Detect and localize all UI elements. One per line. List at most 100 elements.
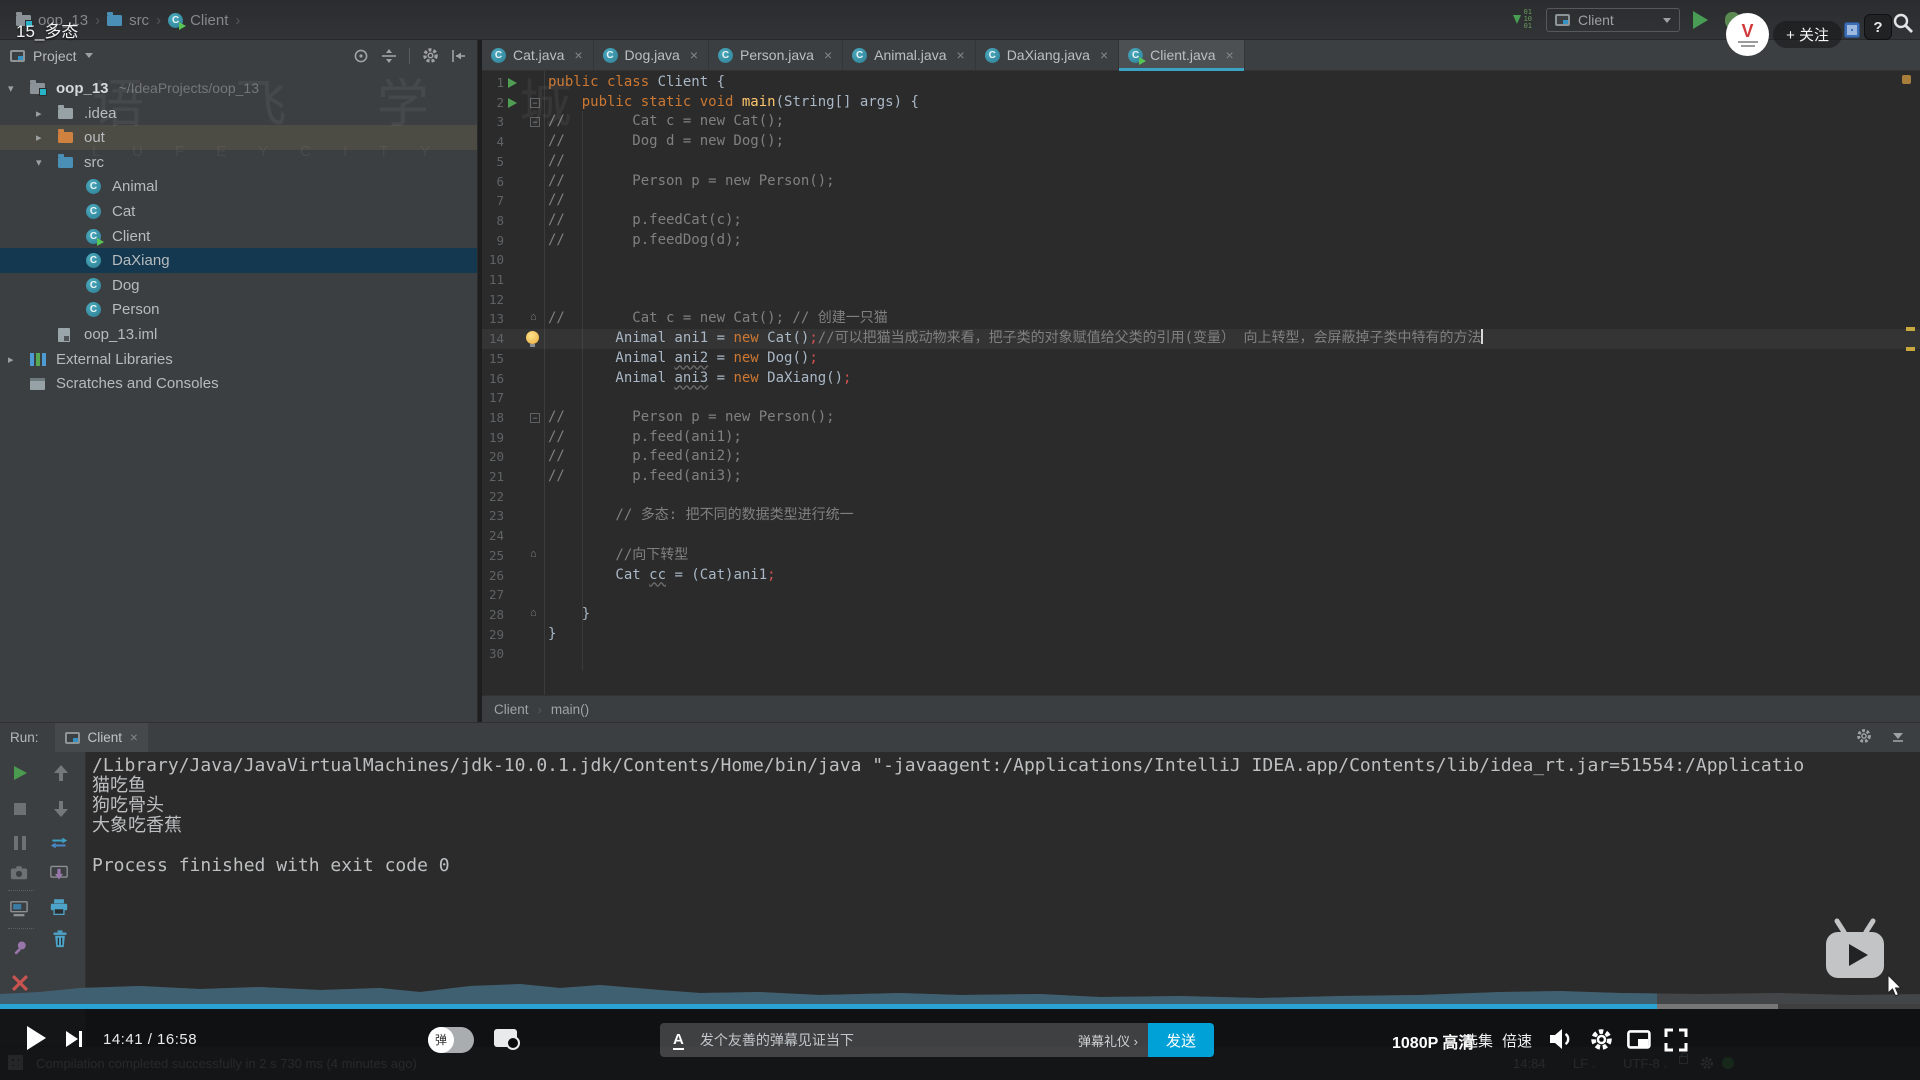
code-line-30[interactable]: 30: [482, 644, 1920, 664]
tab-Animal.java[interactable]: Animal.java ×: [843, 40, 976, 70]
fold-minus-icon[interactable]: −: [530, 412, 540, 423]
gear-icon[interactable]: [1856, 728, 1872, 744]
collapse-all-icon[interactable]: [451, 48, 467, 64]
code-line-11[interactable]: 11: [482, 270, 1920, 290]
fullscreen-icon[interactable]: [1663, 1027, 1689, 1053]
episodes-button[interactable]: 选集: [1463, 1030, 1493, 1051]
fold-minus-icon[interactable]: −: [530, 97, 540, 108]
down-stack-icon[interactable]: [52, 800, 70, 818]
code-line-14[interactable]: 14 Animal ani1 = new Cat();//可以把猫当成动物来看，…: [482, 329, 1920, 349]
breadcrumb-class[interactable]: Client: [494, 702, 529, 717]
trash-icon[interactable]: [51, 930, 69, 948]
settings-gear-icon[interactable]: [1590, 1028, 1613, 1051]
danmaku-toggle[interactable]: 弹: [428, 1027, 474, 1053]
danmaku-heat-graph[interactable]: [0, 974, 1920, 1004]
chevron-right-icon[interactable]: ▸: [36, 107, 42, 120]
tv-watch-together-icon[interactable]: [1824, 916, 1886, 988]
layout-icon[interactable]: [10, 900, 28, 918]
close-icon[interactable]: ×: [574, 47, 582, 63]
intention-bulb-icon[interactable]: [526, 331, 539, 348]
fold-marker-icon[interactable]: ⌂: [530, 548, 537, 560]
tree-item-Animal[interactable]: Animal: [0, 174, 477, 199]
tab-DaXiang.java[interactable]: DaXiang.java ×: [975, 40, 1120, 70]
run-button[interactable]: [1693, 11, 1708, 29]
rerun-button[interactable]: [11, 764, 29, 782]
danmaku-settings-icon[interactable]: [494, 1029, 520, 1050]
code-line-22[interactable]: 22: [482, 487, 1920, 507]
code-line-28[interactable]: 28 ⌂ }: [482, 605, 1920, 625]
tab-Cat.java[interactable]: Cat.java ×: [482, 40, 594, 70]
close-icon[interactable]: ×: [824, 47, 832, 63]
fold-marker-icon[interactable]: ⌂: [530, 311, 537, 323]
code-line-24[interactable]: 24: [482, 526, 1920, 546]
code-line-19[interactable]: 19 // p.feed(ani1);: [482, 428, 1920, 448]
close-icon[interactable]: ×: [957, 47, 965, 63]
follow-button[interactable]: + 关注: [1773, 21, 1842, 48]
pin-icon[interactable]: [11, 940, 29, 958]
code-line-6[interactable]: 6 // Person p = new Person();: [482, 172, 1920, 192]
warning-stripe-mark[interactable]: [1906, 347, 1915, 351]
tree-item-Cat[interactable]: Cat: [0, 199, 477, 224]
memory-indicator[interactable]: 01 10 01: [1512, 9, 1532, 30]
chevron-down-icon[interactable]: [84, 53, 93, 58]
code-line-15[interactable]: 15 Animal ani2 = new Dog();: [482, 349, 1920, 369]
tree-item-ExternalLibraries[interactable]: ▸ External Libraries: [0, 347, 477, 372]
volume-icon[interactable]: [1548, 1027, 1574, 1051]
code-line-25[interactable]: 25 ⌂ //向下转型: [482, 546, 1920, 566]
help-button[interactable]: ?: [1864, 14, 1892, 40]
chevron-down-icon[interactable]: ▾: [36, 156, 42, 169]
tree-item-out[interactable]: ▸ out: [0, 125, 477, 151]
code-line-1[interactable]: 1 public class Client {: [482, 73, 1920, 93]
stop-button[interactable]: [11, 800, 29, 818]
search-icon[interactable]: [1892, 12, 1914, 34]
tree-item-Client[interactable]: Client: [0, 224, 477, 249]
close-icon[interactable]: ×: [690, 47, 698, 63]
chevron-down-icon[interactable]: ▾: [8, 82, 14, 95]
code-line-13[interactable]: 13 ⌂ // Cat c = new Cat(); // 创建一只猫: [482, 309, 1920, 329]
code-line-3[interactable]: 3 −// Cat c = new Cat();: [482, 112, 1920, 132]
tab-Dog.java[interactable]: Dog.java ×: [593, 40, 709, 70]
breadcrumb-item-Client[interactable]: Client: [168, 12, 228, 30]
code-line-5[interactable]: 5 //: [482, 152, 1920, 172]
run-console-output[interactable]: /Library/Java/JavaVirtualMachines/jdk-10…: [92, 756, 1804, 876]
tree-item-src[interactable]: ▾ src: [0, 150, 477, 175]
tree-item-.idea[interactable]: ▸ .idea: [0, 101, 477, 126]
tab-Person.java[interactable]: Person.java ×: [709, 40, 844, 70]
run-tab-client[interactable]: Client ×: [54, 722, 148, 753]
print-icon[interactable]: [50, 898, 68, 916]
danmaku-font-icon[interactable]: A: [673, 1031, 684, 1050]
chevron-right-icon[interactable]: ▸: [8, 353, 14, 366]
code-line-26[interactable]: 26 Cat cc = (Cat)ani1;: [482, 566, 1920, 586]
code-line-17[interactable]: 17: [482, 388, 1920, 408]
tree-item-oop_13[interactable]: ▾ oop_13 ~/IdeaProjects/oop_13: [0, 76, 477, 101]
fold-minus-icon[interactable]: −: [530, 117, 540, 128]
hide-panel-icon[interactable]: [1890, 728, 1906, 744]
code-line-27[interactable]: 27: [482, 585, 1920, 605]
uploader-avatar[interactable]: V: [1726, 13, 1769, 56]
code-line-23[interactable]: 23 // 多态: 把不同的数据类型进行统一: [482, 506, 1920, 526]
restore-layout-icon[interactable]: [50, 834, 68, 852]
code-editor[interactable]: 1 public class Client {2 − public static v…: [482, 71, 1920, 695]
code-line-18[interactable]: 18 −// Person p = new Person();: [482, 408, 1920, 428]
code-line-29[interactable]: 29}: [482, 625, 1920, 645]
close-icon[interactable]: ×: [130, 730, 138, 745]
code-line-12[interactable]: 12: [482, 290, 1920, 310]
chevron-right-icon[interactable]: ▸: [36, 131, 42, 144]
grid-icon[interactable]: [1844, 22, 1860, 38]
code-line-8[interactable]: 8 // p.feedCat(c);: [482, 211, 1920, 231]
camera-icon[interactable]: [10, 864, 28, 882]
mini-player-icon[interactable]: [1627, 1030, 1651, 1049]
send-danmaku-button[interactable]: 发送: [1148, 1023, 1214, 1057]
tree-item-oop_13.iml[interactable]: oop_13.iml: [0, 322, 477, 347]
tree-item-Person[interactable]: Person: [0, 297, 477, 322]
breadcrumb-method[interactable]: main(): [551, 702, 589, 717]
tree-item-DaXiang[interactable]: DaXiang: [0, 248, 477, 274]
code-line-21[interactable]: 21 // p.feed(ani3);: [482, 467, 1920, 487]
locate-icon[interactable]: [353, 48, 369, 64]
run-configuration-select[interactable]: Client: [1546, 8, 1680, 32]
inspection-indicator[interactable]: [1902, 75, 1911, 84]
breadcrumb-item-src[interactable]: src: [107, 11, 149, 29]
scroll-from-source-icon[interactable]: [381, 48, 397, 64]
close-icon[interactable]: ×: [1226, 47, 1234, 63]
code-line-7[interactable]: 7 //: [482, 191, 1920, 211]
